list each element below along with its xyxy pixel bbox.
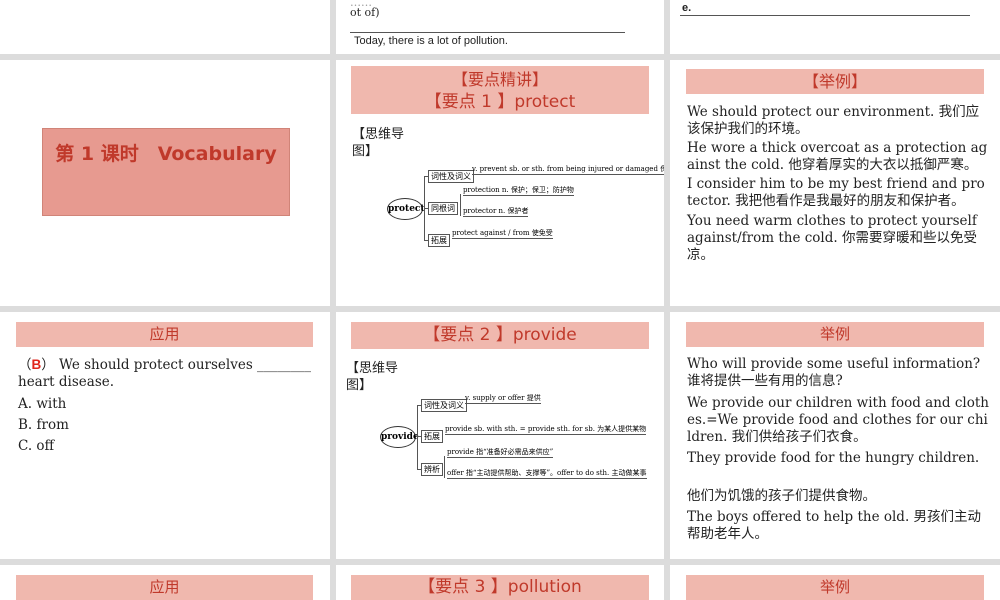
point-title: 【要点 1 】protect <box>424 92 576 112</box>
mm-text-protection: protection n. 保护；保卫；防护物 <box>463 186 574 196</box>
mm-tag-root: 同根词 <box>428 202 458 215</box>
header-band: 举例 <box>686 322 984 347</box>
example-3: They provide food for the hungry childre… <box>687 450 980 466</box>
point-title: 【要点 3 】pollution <box>418 577 582 597</box>
example-2: He wore a thick overcoat as a protection… <box>687 140 988 173</box>
mindmap-label: 【思维导图】 <box>346 361 399 393</box>
option-a: A. with <box>18 396 67 412</box>
mm-text-offer: offer 指“主动提供帮助、支撑等”。offer to do sth. 主动做… <box>447 469 647 479</box>
mindmap-center: protect <box>387 198 425 220</box>
slide-bottom-left: 应用 <box>0 565 330 600</box>
example-heading: 【举例】 <box>802 72 867 91</box>
mindmap-center: provide <box>380 426 419 448</box>
mindmap-label: 【思维导图】 <box>352 127 405 159</box>
mm-trunk <box>417 405 418 469</box>
option-b: B. from <box>18 417 69 433</box>
mm-tag-extension: 拓展 <box>421 430 443 443</box>
answer-text: Today, there is a lot of pollution. <box>354 35 508 47</box>
slide-bottom-right: 举例 <box>670 565 1000 600</box>
example-4: 他们为饥饿的孩子们提供食物。 <box>687 488 876 504</box>
mm-tag-compare: 辨析 <box>421 463 443 476</box>
header-band: 【要点 3 】pollution <box>351 575 649 600</box>
question-block: （B） We should protect ourselves ________… <box>18 357 312 390</box>
slide-protect: 【要点精讲】 【要点 1 】protect 【思维导图】 protect 词性及… <box>336 60 664 306</box>
mm-text-extension: provide sb. with sth. = provide sth. for… <box>445 425 647 435</box>
example-4: You need warm clothes to protect yoursel… <box>687 213 977 263</box>
slide-top-right: e. <box>670 0 1000 54</box>
header-band: 应用 <box>16 322 313 347</box>
example-heading: 举例 <box>819 325 850 343</box>
slide-bottom-mid: 【要点 3 】pollution <box>336 565 664 600</box>
slide-provide-examples: 举例 Who will provide some useful informat… <box>670 312 1000 559</box>
slide-protect-examples: 【举例】 We should protect our environment. … <box>670 60 1000 306</box>
answer-mark: B <box>31 357 42 372</box>
example-1: Who will provide some useful information… <box>687 356 981 389</box>
header-band: 【要点精讲】 【要点 1 】protect <box>351 66 649 114</box>
example-5: The boys offered to help the old. 男孩们主动帮… <box>687 509 982 542</box>
header-band: 应用 <box>16 575 313 600</box>
mm-compare-fork <box>444 456 445 478</box>
mm-root-fork <box>460 194 461 216</box>
mm-tag-extension: 拓展 <box>428 234 450 247</box>
slide-exercise: 应用 （B） We should protect ourselves _____… <box>0 312 330 559</box>
example-3: I consider him to be my best friend and … <box>687 176 985 209</box>
answer-line <box>680 15 970 16</box>
option-c: C. off <box>18 438 55 454</box>
mm-tag-meaning: 词性及词义 <box>428 170 474 183</box>
mm-tag-meaning: 词性及词义 <box>421 399 467 412</box>
header-band: 【举例】 <box>686 69 984 94</box>
slide-lesson-title: 第 1 课时 Vocabulary <box>0 60 330 306</box>
example-2: We provide our children with food and cl… <box>687 395 989 445</box>
slide-top-left <box>0 0 330 54</box>
mm-text-meaning: v. supply or offer 提供 <box>465 394 541 404</box>
partial-text: ot of) <box>350 6 380 19</box>
slide-top-mid: …… ot of) Today, there is a lot of pollu… <box>336 0 664 54</box>
header-band: 【要点 2 】provide <box>351 322 649 349</box>
point-title: 【要点 2 】provide <box>423 325 577 345</box>
example-1: We should protect our environment. 我们应该保… <box>687 104 980 137</box>
mm-text-provide: provide 指“准备好必需品来供应” <box>447 448 554 458</box>
section-heading: 【要点精讲】 <box>451 70 548 89</box>
question-text: We should protect ourselves ________ hea… <box>18 357 312 390</box>
mm-text-protector: protector n. 保护者 <box>463 207 529 217</box>
header-band: 举例 <box>686 575 984 600</box>
exercise-heading: 应用 <box>149 578 180 596</box>
mm-text-against: protect against / from 使免受 <box>452 229 553 239</box>
exercise-heading: 应用 <box>149 325 180 343</box>
example-heading: 举例 <box>819 578 850 596</box>
slide-provide: 【要点 2 】provide 【思维导图】 provide 词性及词义 v. s… <box>336 312 664 559</box>
mm-text-meaning: v. prevent sb. or sth. from being injure… <box>472 165 664 175</box>
lesson-title: 第 1 课时 Vocabulary <box>55 143 277 165</box>
title-box: 第 1 课时 Vocabulary <box>42 128 290 216</box>
